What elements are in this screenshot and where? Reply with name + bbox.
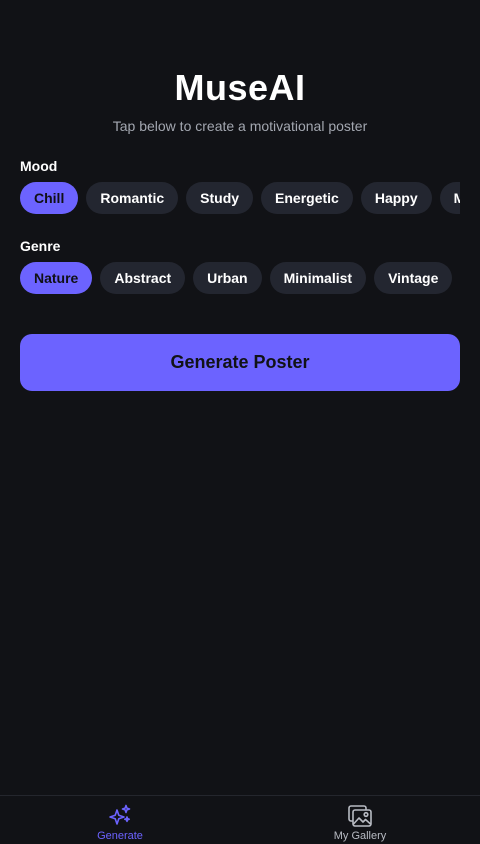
bottom-tab-bar: Generate My Gallery [0,795,480,844]
tab-my-gallery-label: My Gallery [333,830,387,842]
tab-generate[interactable]: Generate [0,796,240,844]
genre-chip-nature[interactable]: Nature [20,262,93,294]
generate-poster-button[interactable]: Generate Poster [20,334,460,391]
app-title: MuseAI [174,67,306,108]
genre-chip-urban[interactable]: Urban [193,262,262,294]
genre-section: Genre Nature Abstract Urban Minimalist V… [20,237,460,294]
genre-chip-list[interactable]: Nature Abstract Urban Minimalist Vintage [20,262,460,294]
app-subtitle: Tap below to create a motivational poste… [112,118,368,134]
header: MuseAI Tap below to create a motivationa… [0,0,480,135]
mood-chip-list[interactable]: Chill Romantic Study Energetic Happy M [20,182,460,214]
mood-chip-study[interactable]: Study [186,182,254,214]
mood-chip-happy[interactable]: Happy [360,182,432,214]
image-gallery-icon [348,805,372,827]
genre-label: Genre [20,238,61,254]
tab-generate-label: Generate [97,830,143,842]
sparkles-icon [109,804,131,825]
mood-chip-truncated[interactable]: M [439,182,460,214]
mood-chip-chill[interactable]: Chill [20,182,79,214]
mood-chip-romantic[interactable]: Romantic [86,182,179,214]
mood-chip-energetic[interactable]: Energetic [261,182,353,214]
tab-my-gallery[interactable]: My Gallery [240,796,480,844]
genre-chip-abstract[interactable]: Abstract [100,262,186,294]
mood-section: Mood Chill Romantic Study Energetic Happ… [20,157,460,214]
app-screen: MuseAI Tap below to create a motivationa… [0,0,480,844]
genre-chip-vintage[interactable]: Vintage [374,262,453,294]
mood-label: Mood [20,158,58,174]
genre-chip-minimalist[interactable]: Minimalist [269,262,367,294]
